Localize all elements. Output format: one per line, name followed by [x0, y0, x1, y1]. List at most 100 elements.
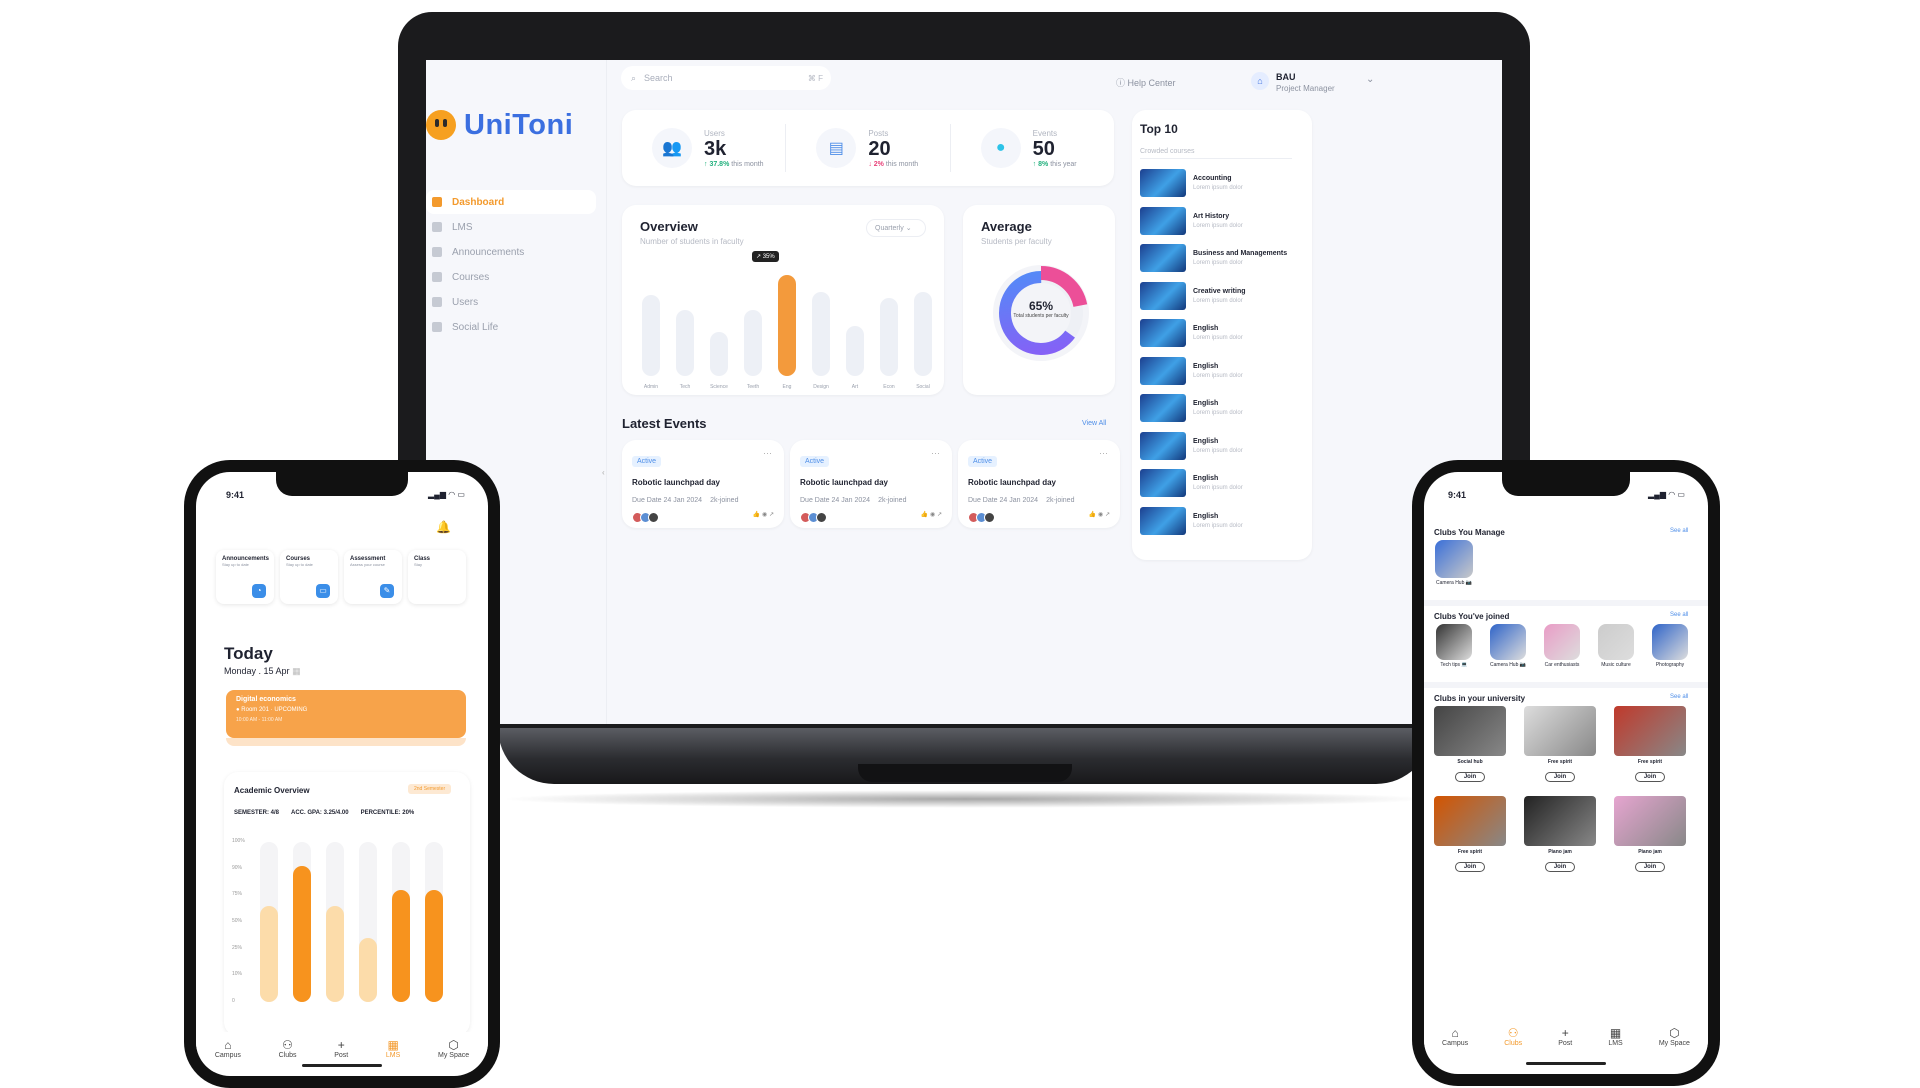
- grade-bar[interactable]: [293, 866, 311, 1002]
- grade-bar[interactable]: [425, 890, 443, 1002]
- grade-bar[interactable]: [260, 906, 278, 1002]
- course-item[interactable]: English Lorem ipsum dolor: [1140, 506, 1305, 536]
- chevron-down-icon[interactable]: ⌄: [1366, 74, 1374, 85]
- laptop-notch: [858, 764, 1072, 782]
- course-item[interactable]: Art History Lorem ipsum dolor: [1140, 206, 1305, 236]
- sidebar-item-dashboard[interactable]: Dashboard: [426, 190, 596, 214]
- joined-see-all[interactable]: See all: [1670, 612, 1688, 618]
- nav-clubs[interactable]: ⚇ Clubs: [279, 1038, 297, 1072]
- bell-icon[interactable]: 🔔: [436, 520, 451, 534]
- help-center-link[interactable]: ⓘ Help Center: [1116, 76, 1176, 89]
- sidebar-item-lms[interactable]: LMS: [426, 215, 596, 239]
- course-thumbnail: [1140, 394, 1186, 422]
- search-input[interactable]: ⌕ Search ⌘ F: [621, 66, 831, 90]
- nav-clubs[interactable]: ⚇ Clubs: [1504, 1026, 1522, 1058]
- grade-bar[interactable]: [359, 938, 377, 1002]
- collapse-chevron-icon[interactable]: ‹: [602, 468, 605, 477]
- grade-bar[interactable]: [392, 890, 410, 1002]
- avatar[interactable]: ⌂: [1251, 72, 1269, 90]
- join-button[interactable]: Join: [1634, 862, 1666, 872]
- nav-my-space[interactable]: ⬡ My Space: [1659, 1026, 1690, 1058]
- join-button[interactable]: Join: [1544, 772, 1576, 782]
- view-all-link[interactable]: View All: [1082, 420, 1106, 427]
- event-card[interactable]: Active ··· Robotic launchpad day Due Date 2…: [622, 440, 784, 528]
- course-item[interactable]: English Lorem ipsum dolor: [1140, 356, 1305, 386]
- nav-lms[interactable]: ▦ LMS: [386, 1038, 400, 1072]
- bar-admin[interactable]: [642, 295, 660, 376]
- university-club-card[interactable]: Social hub Join: [1432, 706, 1508, 790]
- event-card[interactable]: Active ··· Robotic launchpad day Due Date 2…: [958, 440, 1120, 528]
- sidebar-item-social-life[interactable]: Social Life: [426, 315, 596, 339]
- more-icon[interactable]: ···: [763, 448, 772, 458]
- joined-club[interactable]: Photography: [1646, 624, 1694, 668]
- bar-econ[interactable]: [880, 298, 898, 376]
- bar-teeth[interactable]: [744, 310, 762, 376]
- course-item[interactable]: English Lorem ipsum dolor: [1140, 393, 1305, 423]
- class-card[interactable]: Digital economics ● Room 201 · UPCOMING …: [226, 690, 466, 738]
- bar-art[interactable]: [846, 325, 864, 376]
- brand-logo[interactable]: UniToni: [426, 100, 606, 150]
- course-item[interactable]: English Lorem ipsum dolor: [1140, 431, 1305, 461]
- join-button[interactable]: Join: [1544, 862, 1576, 872]
- home-indicator: [1526, 1062, 1606, 1065]
- course-text: English Lorem ipsum dolor: [1193, 400, 1243, 416]
- more-icon[interactable]: ···: [1099, 448, 1108, 458]
- status-time: 9:41: [1448, 490, 1467, 500]
- course-item[interactable]: English Lorem ipsum dolor: [1140, 468, 1305, 498]
- quick-card[interactable]: Assessment Assess your course ✎: [344, 550, 402, 604]
- joined-club[interactable]: Camera Hub 📷: [1484, 624, 1532, 668]
- joined-club[interactable]: Tech tips 💻: [1430, 624, 1478, 668]
- search-icon: ⌕: [631, 72, 637, 83]
- grade-bar[interactable]: [326, 906, 344, 1002]
- join-button[interactable]: Join: [1454, 772, 1486, 782]
- sidebar-item-announcements[interactable]: Announcements: [426, 240, 596, 264]
- course-item[interactable]: Accounting Lorem ipsum dolor: [1140, 168, 1305, 198]
- bar-eng[interactable]: [778, 275, 796, 376]
- bar-design[interactable]: [812, 291, 830, 376]
- course-item[interactable]: Creative writing Lorem ipsum dolor: [1140, 281, 1305, 311]
- university-see-all[interactable]: See all: [1670, 694, 1688, 700]
- join-button[interactable]: Join: [1634, 772, 1666, 782]
- bar-science[interactable]: [710, 332, 728, 376]
- course-item[interactable]: English Lorem ipsum dolor: [1140, 318, 1305, 348]
- nav-campus[interactable]: ⌂ Campus: [215, 1038, 241, 1072]
- nav-campus[interactable]: ⌂ Campus: [1442, 1026, 1468, 1058]
- nav-lms[interactable]: ▦ LMS: [1608, 1026, 1622, 1058]
- joined-club[interactable]: Music culture: [1592, 624, 1640, 668]
- university-club-card[interactable]: Free spirit Join: [1612, 706, 1688, 790]
- sidebar-item-courses[interactable]: Courses: [426, 265, 596, 289]
- quick-card[interactable]: Class Stay: [408, 550, 466, 604]
- university-club-card[interactable]: Piano jam Join: [1522, 796, 1598, 880]
- bar-tech[interactable]: [676, 310, 694, 376]
- join-button[interactable]: Join: [1454, 862, 1486, 872]
- event-card[interactable]: Active ··· Robotic launchpad day Due Date 2…: [790, 440, 952, 528]
- university-club-card[interactable]: Free spirit Join: [1432, 796, 1508, 880]
- period-select[interactable]: Quarterly ⌄: [866, 219, 926, 237]
- club-label: Music culture: [1601, 662, 1631, 668]
- managed-club[interactable]: Camera Hub 📷: [1434, 540, 1474, 586]
- semester-tag[interactable]: 2nd Semester: [408, 784, 452, 794]
- quick-sub: Stay up to date: [286, 562, 313, 567]
- academic-card: Academic Overview 2nd Semester SEMESTER:…: [224, 772, 470, 1036]
- course-name: Creative writing: [1193, 287, 1246, 295]
- course-item[interactable]: Business and Managements Lorem ipsum dolo…: [1140, 243, 1305, 273]
- quick-card[interactable]: Courses Stay up to date ▭: [280, 550, 338, 604]
- university-club-card[interactable]: Free spirit Join: [1522, 706, 1598, 790]
- course-desc: Lorem ipsum dolor: [1193, 447, 1243, 454]
- sidebar-item-icon: [432, 272, 442, 282]
- sidebar-item-label: Social Life: [452, 321, 499, 333]
- more-icon[interactable]: ···: [931, 448, 940, 458]
- nav-post[interactable]: + Post: [1558, 1026, 1572, 1058]
- university-club-card[interactable]: Piano jam Join: [1612, 796, 1688, 880]
- manage-see-all[interactable]: See all: [1670, 528, 1688, 534]
- calendar-icon[interactable]: ▦: [292, 666, 301, 676]
- nav-my-space[interactable]: ⬡ My Space: [438, 1038, 469, 1072]
- y-tick: 90%: [232, 864, 243, 871]
- quick-actions: Announcements Stay up to date ◔ Courses Stay…: [216, 550, 466, 604]
- sidebar-item-users[interactable]: Users: [426, 290, 596, 314]
- quick-card[interactable]: Announcements Stay up to date ◔: [216, 550, 274, 604]
- joined-club[interactable]: Car enthusiasts: [1538, 624, 1586, 668]
- sidebar-item-label: LMS: [452, 221, 473, 233]
- bar-social[interactable]: [914, 291, 932, 376]
- brand-name: UniToni: [464, 108, 574, 141]
